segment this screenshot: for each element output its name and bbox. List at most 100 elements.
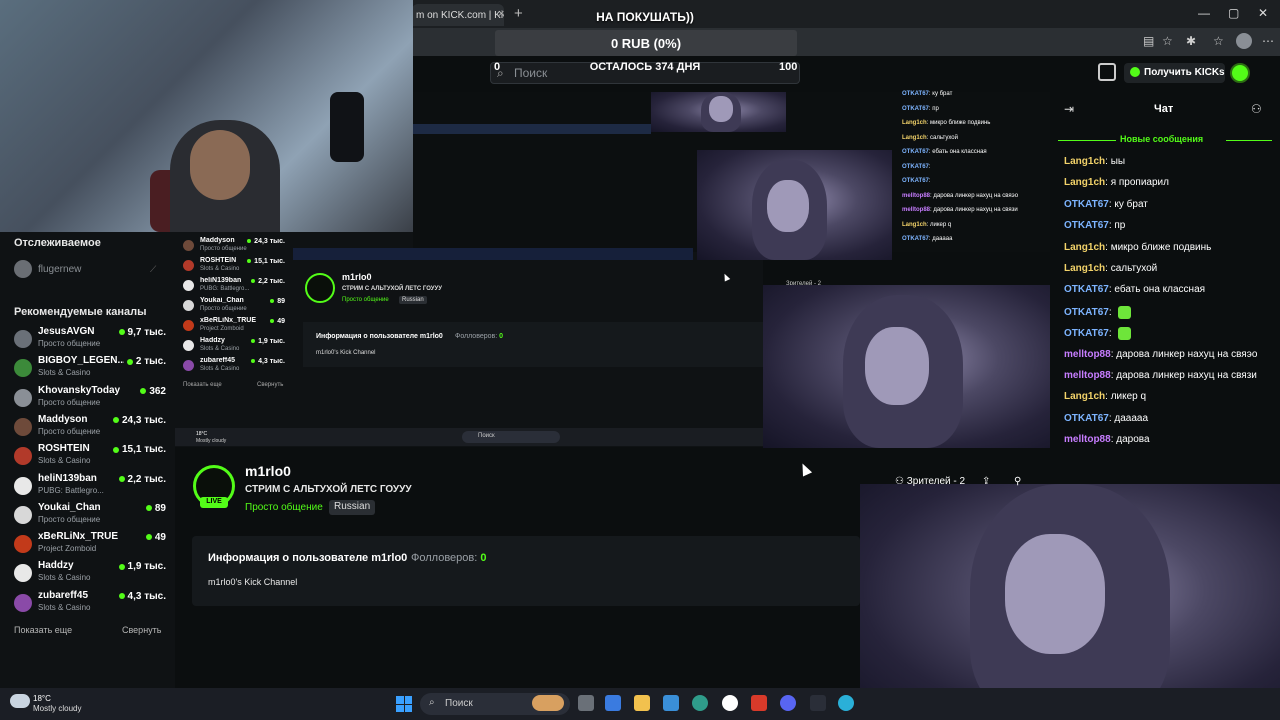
chat-username[interactable]: Lang1ch: [1064, 177, 1105, 188]
more-menu-icon[interactable]: ⋯: [1262, 34, 1274, 48]
chat-username[interactable]: Lang1ch: [1064, 391, 1105, 402]
chat-username[interactable]: melltop88: [1064, 349, 1111, 360]
extensions-icon[interactable]: ✱: [1186, 34, 1196, 48]
channel-avatar: [14, 593, 32, 612]
kicks-icon: [1130, 67, 1140, 77]
chat-message[interactable]: Lang1ch: я пропиарил: [1064, 177, 1169, 188]
chat-username[interactable]: OTKAT67: [1064, 413, 1109, 424]
channel-name: KhovanskyToday: [38, 384, 121, 396]
collapse-chat-icon[interactable]: ⇥: [1064, 102, 1074, 116]
discord-icon[interactable]: [780, 695, 796, 711]
copilot-icon[interactable]: [605, 695, 621, 711]
chat-message[interactable]: OTKAT67: дааааа: [1064, 413, 1148, 424]
clips-icon[interactable]: [1098, 63, 1116, 81]
chat-username[interactable]: OTKAT67: [1064, 220, 1109, 231]
store-icon[interactable]: [663, 695, 679, 711]
chat-message[interactable]: Lang1ch: ликер q: [1064, 391, 1146, 402]
sidebar-channel[interactable]: zubareff45 Slots & Casino 4,3 тыс.: [14, 590, 170, 618]
user-menu-icon[interactable]: ⚲: [1014, 476, 1021, 487]
user-avatar[interactable]: [1230, 63, 1250, 83]
chat-message[interactable]: melltop88: дарова линкер нахуц на связи: [1064, 370, 1257, 381]
profile-avatar[interactable]: [1236, 33, 1252, 49]
language-tag[interactable]: Russian: [329, 500, 376, 515]
favorites-icon[interactable]: ☆: [1213, 34, 1224, 48]
chat-message[interactable]: OTKAT67:: [1064, 305, 1132, 319]
yandex-icon[interactable]: [722, 695, 738, 711]
chat-username[interactable]: Lang1ch: [1064, 263, 1105, 274]
sidebar-channel[interactable]: ROSHTEIN Slots & Casino 15,1 тыс.: [14, 443, 170, 471]
nested-chat-username: OTKAT67: [902, 236, 929, 242]
sidebar-channel[interactable]: Maddyson Просто общение 24,3 тыс.: [14, 414, 170, 442]
search-highlight-icon[interactable]: [532, 695, 564, 711]
chat-username[interactable]: OTKAT67: [1064, 328, 1109, 339]
chat-text: дарова линкер нахуц на свяэо: [1116, 348, 1258, 360]
chat-username[interactable]: OTKAT67: [1064, 199, 1109, 210]
maximize-icon[interactable]: ▢: [1228, 6, 1239, 20]
chat-username[interactable]: Lang1ch: [1064, 242, 1105, 253]
sidebar-channel[interactable]: Haddzy Slots & Casino 1,9 тыс.: [14, 560, 170, 588]
nested-chat-text: дааааа: [932, 236, 953, 242]
nested-taskbar-search-label: Поиск: [478, 433, 495, 439]
chat-username[interactable]: OTKAT67: [1064, 284, 1109, 295]
edge-icon[interactable]: [692, 695, 708, 711]
browser-tab[interactable]: m on KICK.com | Kick: [412, 4, 504, 26]
edge-dev-icon[interactable]: [838, 695, 854, 711]
nested-sidebar-channel: xBeRLiNx_TRUE Project Zomboid 49: [183, 317, 285, 339]
chat-message[interactable]: OTKAT67: ку брат: [1064, 199, 1148, 210]
following-user[interactable]: flugernew: [38, 264, 81, 275]
chat-username[interactable]: OTKAT67: [1064, 307, 1109, 318]
sidebar-channel[interactable]: BIGBOY_LEGEN... Slots & Casino 2 тыс.: [14, 355, 170, 383]
stream-category[interactable]: Просто общение: [245, 502, 323, 513]
nested-about-box: [303, 322, 763, 367]
chat-username[interactable]: melltop88: [1064, 370, 1111, 381]
nested-chat-username: OTKAT67: [902, 163, 929, 170]
about-panel: [192, 536, 860, 606]
following-avatar[interactable]: [14, 260, 32, 278]
sidebar-channel[interactable]: heliN139ban PUBG: Battlegro... 2,2 тыс.: [14, 473, 170, 501]
chat-message[interactable]: OTKAT67: пр: [1064, 220, 1125, 231]
collapse-link[interactable]: Свернуть: [122, 625, 161, 635]
live-dot-icon: [118, 563, 125, 570]
new-tab-button[interactable]: +: [514, 5, 523, 22]
start-button[interactable]: [396, 696, 412, 712]
chat-message[interactable]: OTKAT67:: [1064, 327, 1132, 341]
sidebar-channel[interactable]: KhovanskyToday Просто общение 362: [14, 385, 170, 413]
weather-desc[interactable]: Mostly cloudy: [33, 704, 81, 713]
chat-message[interactable]: Lang1ch: ыы: [1064, 156, 1125, 167]
channel-name: xBeRLiNx_TRUE: [200, 317, 257, 324]
tab-close-icon[interactable]: ×: [498, 8, 504, 20]
chat-message[interactable]: OTKAT67: ебать она классная: [1064, 284, 1205, 295]
chat-message[interactable]: melltop88: дарова линкер нахуц на свяэо: [1064, 349, 1258, 360]
chat-message[interactable]: Lang1ch: микро ближе подвинь: [1064, 242, 1211, 253]
weather-temp[interactable]: 18°C: [33, 694, 51, 703]
close-window-icon[interactable]: ✕: [1258, 6, 1268, 20]
sidebar-channel[interactable]: Youkai_Chan Просто общение 89: [14, 502, 170, 530]
favorite-star-icon[interactable]: ☆: [1162, 34, 1173, 48]
chat-users-icon[interactable]: ⚇: [1251, 102, 1262, 116]
channel-name[interactable]: m1rlo0: [245, 463, 291, 479]
reader-icon[interactable]: ▤: [1143, 34, 1154, 48]
channel-name: JesusAVGN: [38, 326, 95, 337]
task-view-icon[interactable]: [578, 695, 594, 711]
app-icon[interactable]: [810, 695, 826, 711]
sidebar-channel[interactable]: JesusAVGN Просто общение 9,7 тыс.: [14, 326, 170, 354]
sidebar-channel[interactable]: xBeRLiNx_TRUE Project Zomboid 49: [14, 531, 170, 559]
chat-message[interactable]: Lang1ch: сальтухой: [1064, 263, 1157, 274]
mouse-cursor: [797, 461, 813, 477]
nested-chat-message: OTKAT67: дааааа: [902, 236, 952, 242]
chat-username[interactable]: Lang1ch: [1064, 156, 1105, 167]
share-icon[interactable]: ⇪: [982, 476, 990, 487]
nested-tag: Russian: [399, 296, 427, 304]
nested-category: Просто общение: [342, 297, 389, 303]
chat-message[interactable]: melltop88: дарова: [1064, 434, 1150, 445]
file-explorer-icon[interactable]: [634, 695, 650, 711]
chat-username[interactable]: melltop88: [1064, 434, 1111, 445]
cloud-icon[interactable]: [10, 694, 30, 708]
show-more-link[interactable]: Показать еще: [14, 625, 72, 635]
minimize-icon[interactable]: —: [1198, 6, 1210, 20]
nested-weather-temp: 18°C: [196, 431, 208, 437]
yandex-browser-icon[interactable]: [751, 695, 767, 711]
live-dot-icon: [145, 505, 152, 512]
live-dot-icon: [118, 593, 125, 600]
channel-name: BIGBOY_LEGEN...: [38, 355, 124, 367]
